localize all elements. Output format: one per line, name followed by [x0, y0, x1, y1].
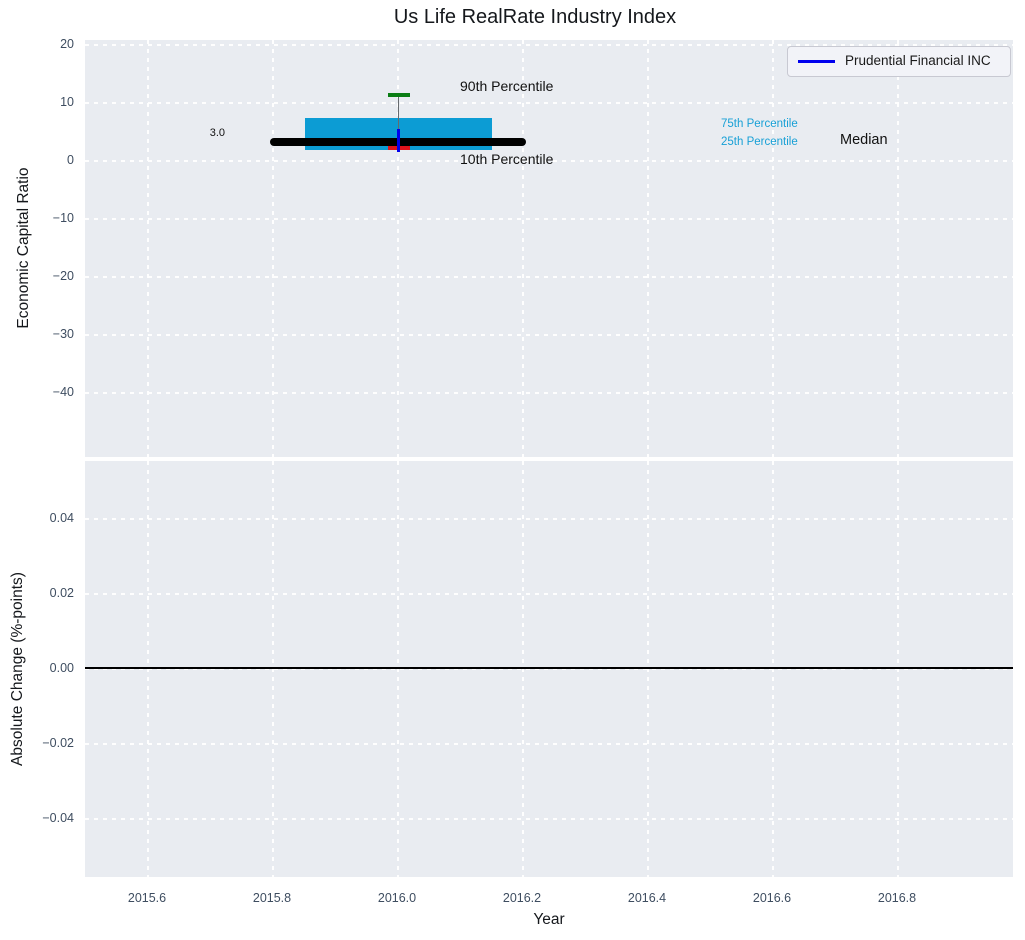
gridline-horizontal — [85, 218, 1013, 220]
y-tick-label: −0.02 — [42, 736, 74, 750]
gridline-horizontal — [85, 593, 1013, 595]
gridline-horizontal — [85, 518, 1013, 520]
p75-annotation: 75th Percentile — [721, 118, 798, 130]
y-tick-label: 20 — [60, 37, 74, 51]
x-tick-label: 2016.0 — [377, 891, 417, 905]
x-tick-label: 2016.6 — [752, 891, 792, 905]
y-tick-label: −10 — [52, 211, 74, 225]
legend-entry-label: Prudential Financial INC — [845, 53, 991, 68]
x-tick-label: 2016.4 — [627, 891, 667, 905]
prudential-data-marker — [397, 129, 400, 152]
y-tick-label: 0.02 — [49, 586, 74, 600]
boxplot-90th-cap — [388, 93, 410, 97]
gridline-horizontal — [85, 392, 1013, 394]
top-plot-area: 3.0 90th Percentile 10th Percentile 75th… — [85, 40, 1013, 457]
legend: Prudential Financial INC — [787, 46, 1011, 77]
chart-title: Us Life RealRate Industry Index — [393, 6, 677, 28]
y-tick-label: 10 — [60, 95, 74, 109]
top-y-axis-label: Economic Capital Ratio — [15, 167, 32, 329]
gridline-horizontal — [85, 818, 1013, 820]
x-axis-label: Year — [533, 911, 565, 928]
y-tick-label: 0 — [67, 153, 74, 167]
x-tick-label: 2016.2 — [502, 891, 542, 905]
y-tick-label: −30 — [52, 327, 74, 341]
gridline-horizontal — [85, 334, 1013, 336]
median-annotation: Median — [840, 132, 888, 148]
x-tick-label: 2015.6 — [127, 891, 167, 905]
gridline-horizontal — [85, 276, 1013, 278]
figure: Us Life RealRate Industry Index Economic… — [0, 0, 1025, 940]
median-value-label: 3.0 — [209, 127, 225, 139]
gridline-horizontal — [85, 743, 1013, 745]
bottom-plot-area — [85, 461, 1013, 877]
y-tick-label: 0.00 — [49, 661, 74, 675]
y-tick-label: 0.04 — [49, 511, 74, 525]
x-tick-label: 2015.8 — [252, 891, 292, 905]
p10-annotation: 10th Percentile — [460, 151, 554, 167]
zero-change-line — [85, 667, 1013, 670]
p25-annotation: 25th Percentile — [721, 136, 798, 148]
x-tick-label: 2016.8 — [877, 891, 917, 905]
y-tick-label: −20 — [52, 269, 74, 283]
p90-annotation: 90th Percentile — [460, 78, 554, 94]
y-tick-label: −0.04 — [42, 811, 74, 825]
y-tick-label: −40 — [52, 385, 74, 399]
legend-line-sample — [798, 60, 835, 63]
gridline-horizontal — [85, 102, 1013, 104]
